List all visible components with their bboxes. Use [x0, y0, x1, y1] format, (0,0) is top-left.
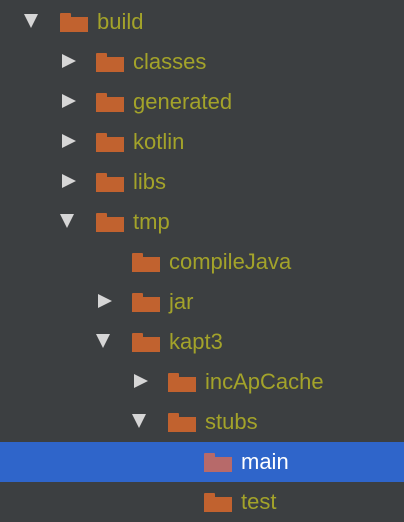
tree-row-stubs[interactable]: stubs	[0, 402, 404, 442]
chevron-right-icon[interactable]	[62, 174, 76, 188]
tree-row-kotlin[interactable]: kotlin	[0, 122, 404, 162]
tree-row-label: generated	[133, 89, 233, 114]
tree-row-label: test	[241, 489, 277, 514]
folder-icon	[204, 493, 232, 512]
chevron-right-icon[interactable]	[62, 54, 76, 68]
folder-icon	[96, 133, 124, 152]
tree-row-main[interactable]: main	[0, 442, 404, 482]
folder-icon	[96, 93, 124, 112]
folder-icon	[132, 333, 160, 352]
folder-icon	[204, 453, 232, 472]
tree-row-test[interactable]: test	[0, 482, 404, 522]
tree-row-label: incApCache	[205, 369, 324, 394]
tree-row-label: classes	[133, 49, 207, 74]
chevron-right-icon[interactable]	[62, 94, 76, 108]
tree-row-label: compileJava	[169, 249, 292, 274]
folder-icon	[132, 293, 160, 312]
chevron-down-icon[interactable]	[132, 414, 146, 428]
tree-row-label: stubs	[205, 409, 258, 434]
chevron-right-icon[interactable]	[134, 374, 148, 388]
project-tree: build classes generated kotlin libs tmp compil…	[0, 0, 404, 522]
tree-row-libs[interactable]: libs	[0, 162, 404, 202]
tree-row-label: tmp	[133, 209, 170, 234]
chevron-down-icon[interactable]	[24, 14, 38, 28]
folder-icon	[96, 213, 124, 232]
tree-row-incapcache[interactable]: incApCache	[0, 362, 404, 402]
folder-icon	[168, 373, 196, 392]
tree-row-tmp[interactable]: tmp	[0, 202, 404, 242]
chevron-right-icon[interactable]	[98, 294, 112, 308]
tree-row-generated[interactable]: generated	[0, 82, 404, 122]
tree-row-label: build	[97, 9, 144, 34]
folder-icon	[168, 413, 196, 432]
tree-row-label: libs	[133, 169, 167, 194]
folder-icon	[60, 13, 88, 32]
tree-row-label: jar	[169, 289, 194, 314]
chevron-down-icon[interactable]	[96, 334, 110, 348]
folder-icon	[132, 253, 160, 272]
tree-row-label: kapt3	[169, 329, 223, 354]
tree-row-kapt3[interactable]: kapt3	[0, 322, 404, 362]
tree-row-label: main	[241, 449, 289, 474]
tree-row-label: kotlin	[133, 129, 185, 154]
tree-row-compilejava[interactable]: compileJava	[0, 242, 404, 282]
folder-icon	[96, 173, 124, 192]
tree-row-jar[interactable]: jar	[0, 282, 404, 322]
chevron-right-icon[interactable]	[62, 134, 76, 148]
folder-icon	[96, 53, 124, 72]
tree-row-build[interactable]: build	[0, 2, 404, 42]
chevron-down-icon[interactable]	[60, 214, 74, 228]
tree-row-classes[interactable]: classes	[0, 42, 404, 82]
